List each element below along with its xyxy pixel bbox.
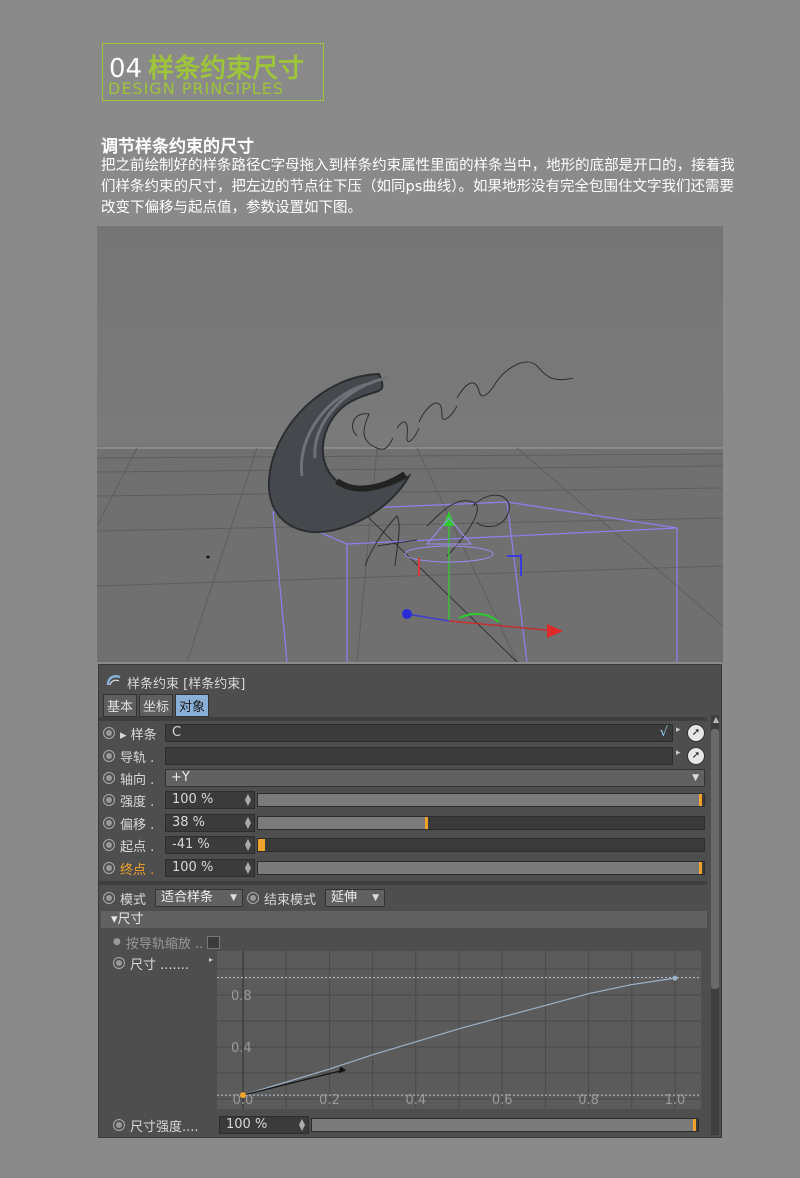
chevron-down-icon: ▼ (692, 773, 699, 783)
scrollbar[interactable] (711, 715, 719, 1135)
animate-radio[interactable] (113, 957, 125, 969)
tangent-handle-line (242, 1069, 343, 1096)
tab-basic[interactable]: 基本 (103, 694, 138, 717)
mode-dropdown[interactable]: 适合样条 ▼ (155, 889, 243, 907)
spline-link-field[interactable]: C √ (165, 724, 673, 742)
size-group-header[interactable]: ▾尺寸 (101, 911, 707, 928)
x-tick-label: 0.8 (578, 1093, 599, 1108)
scroll-up-icon[interactable]: ▲ (713, 715, 719, 724)
animate-radio[interactable] (113, 1119, 125, 1131)
size-curve-chart[interactable]: 0.0 0.2 0.4 0.6 0.8 1.00.40.8 (217, 951, 701, 1109)
animate-radio[interactable] (103, 727, 115, 739)
row-by-rail-scale: ● 按导轨缩放 .. (113, 932, 221, 952)
x-tick-label: 1.0 (665, 1093, 686, 1108)
chevron-down-icon: ▼ (230, 893, 237, 903)
size-strength-label: 尺寸强度.... (130, 1119, 199, 1135)
strength-input[interactable]: 100 % ▲ ▼ (165, 791, 255, 809)
header-subtitle: DESIGN PRINCIPLES (108, 79, 284, 98)
animate-radio[interactable] (103, 817, 115, 829)
scrollbar-thumb[interactable] (711, 729, 719, 989)
panel-title: 样条约束 [样条约束] (127, 677, 246, 692)
end-mode-dropdown[interactable]: 延伸 ▼ (325, 889, 385, 907)
rail-link-field[interactable] (165, 747, 673, 765)
animate-radio[interactable] (103, 750, 115, 762)
strength-slider[interactable] (257, 793, 705, 807)
end-slider[interactable] (257, 861, 705, 875)
divider (99, 881, 707, 885)
stepper-icon[interactable]: ▲ ▼ (245, 793, 251, 807)
stepper-icon[interactable]: ▲ ▼ (299, 1118, 305, 1132)
start-input[interactable]: -41 % ▲ ▼ (165, 836, 255, 854)
stepper-icon[interactable]: ▲ ▼ (245, 838, 251, 852)
animate-radio[interactable] (103, 772, 115, 784)
size-label: 尺寸 ....... (130, 957, 190, 973)
x-tick-label: 0.6 (492, 1093, 513, 1108)
tangent-handle-arrow (338, 1066, 347, 1074)
tab-bar: 基本 坐标 对象 (103, 694, 210, 717)
attribute-panel: 样条约束 [样条约束] 基本 坐标 对象 ▸ 样条 C √ ▸ ➚ 导轨 . ▸ … (98, 664, 722, 1138)
expand-arrow-icon[interactable]: ▸ (676, 725, 681, 735)
stepper-icon[interactable]: ▲ ▼ (245, 816, 251, 830)
section-header: 04 样条约束尺寸 DESIGN PRINCIPLES (102, 43, 324, 101)
spline-wrap-icon (106, 675, 121, 686)
section-title: 调节样条约束的尺寸 (101, 137, 254, 157)
row-mode: 模式 (103, 888, 150, 908)
animate-radio[interactable] (103, 892, 115, 904)
curve-knot-start (240, 1092, 246, 1099)
row-size-strength: 尺寸强度.... (113, 1115, 199, 1135)
animate-radio[interactable] (247, 892, 259, 904)
row-size: 尺寸 ....... (113, 953, 189, 973)
animate-radio[interactable] (103, 839, 115, 851)
by-rail-scale-checkbox[interactable] (207, 935, 221, 949)
spline-type-icon: √ (659, 725, 668, 740)
tab-object[interactable]: 对象 (175, 694, 210, 717)
y-tick-label: 0.8 (231, 989, 252, 1004)
start-slider[interactable] (257, 838, 705, 852)
axis-dropdown[interactable]: +Y ▼ (165, 769, 705, 787)
mode-label: 模式 (120, 892, 147, 908)
expand-arrow-icon[interactable]: ▸ (209, 955, 213, 964)
by-rail-scale-label: 按导轨缩放 .. (125, 936, 204, 952)
row-end-mode: 结束模式 (247, 888, 316, 908)
offset-slider[interactable] (257, 816, 705, 830)
size-strength-slider[interactable] (311, 1118, 699, 1132)
curve-knot-end (672, 975, 678, 981)
size-strength-input[interactable]: 100 % ▲ ▼ (219, 1116, 309, 1134)
x-tick-label: 0.2 (319, 1093, 340, 1108)
divider (99, 717, 707, 721)
x-tick-label: 0.4 (405, 1093, 426, 1108)
dot-icon: ● (113, 937, 121, 947)
y-tick-label: 0.4 (231, 1041, 252, 1056)
expand-arrow-icon[interactable]: ▸ (676, 748, 681, 758)
chevron-down-icon: ▼ (372, 893, 379, 903)
end-input[interactable]: 100 % ▲ ▼ (165, 859, 255, 877)
tab-coordinates[interactable]: 坐标 (139, 694, 174, 717)
offset-input[interactable]: 38 % ▲ ▼ (165, 814, 255, 832)
stepper-icon[interactable]: ▲ ▼ (245, 861, 251, 875)
3d-viewport[interactable] (97, 226, 723, 662)
size-spline-graph[interactable]: 0.0 0.2 0.4 0.6 0.8 1.0 0.4 0.8 (217, 951, 701, 1109)
animate-radio[interactable] (103, 862, 115, 874)
animate-radio[interactable] (103, 794, 115, 806)
pick-spline-button[interactable]: ➚ (687, 724, 705, 742)
end-mode-label: 结束模式 (264, 892, 317, 908)
pick-rail-button[interactable]: ➚ (687, 747, 705, 765)
section-description: 把之前绘制好的样条路径C字母拖入到样条约束属性里面的样条当中，地形的底部是开口的… (101, 158, 735, 216)
